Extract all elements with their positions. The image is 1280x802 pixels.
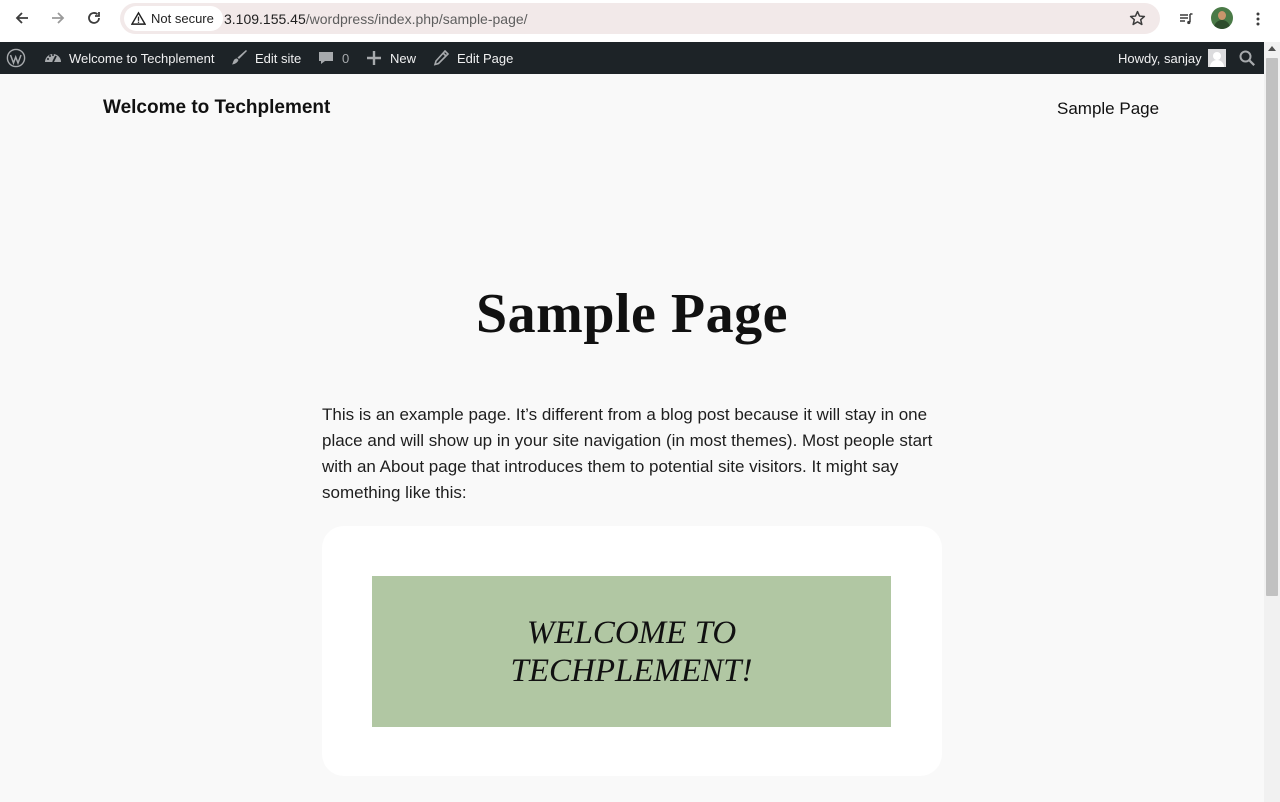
more-button[interactable] [1246,7,1270,31]
security-label: Not secure [151,11,214,26]
comments-link[interactable]: 0 [316,42,349,74]
nav-item-sample-page[interactable]: Sample Page [1057,99,1159,119]
url-path: /wordpress/index.php/sample-page/ [305,11,528,27]
my-account-menu[interactable]: Howdy, sanjay [1118,42,1226,74]
edit-site-link[interactable]: Edit site [229,42,301,74]
reload-button[interactable] [80,6,108,30]
more-icon [1256,12,1260,26]
howdy-label: Howdy, sanjay [1118,50,1202,66]
new-label: New [390,50,417,66]
welcome-banner: WELCOME TO TECHPLEMENT! [372,576,891,727]
quote-card: WELCOME TO TECHPLEMENT! [322,526,942,776]
dashboard-icon [45,54,61,63]
banner-text: WELCOME TO TECHPLEMENT! [510,614,752,690]
page-title: Sample Page [476,283,788,345]
site-name-menu[interactable]: Welcome to Techplement [43,42,214,74]
page-scrollbar[interactable] [1264,42,1280,802]
admin-search-button[interactable] [1237,42,1257,74]
banner-line-1: WELCOME TO [526,614,737,651]
wp-admin-bar: Welcome to Techplement Edit site 0 New E… [0,42,1280,74]
search-icon [1239,50,1255,66]
edit-page-label: Edit Page [457,50,514,66]
edit-page-link[interactable]: Edit Page [431,42,513,74]
media-controls-icon [1180,13,1193,25]
forward-icon [52,12,65,24]
media-controls-button[interactable] [1174,7,1198,31]
comment-icon [319,52,333,64]
wordpress-logo-icon [6,48,26,68]
banner-line-2: TECHPLEMENT! [510,652,753,689]
wp-logo-menu[interactable] [6,42,26,74]
new-content-menu[interactable]: New [364,42,416,74]
page-body-text: This is an example page. It’s different … [322,405,933,502]
admin-site-name: Welcome to Techplement [69,50,215,66]
warning-icon [131,11,146,25]
pencil-icon [433,49,450,66]
url-host: 3.109.155.45 [224,11,306,27]
edit-site-label: Edit site [255,50,302,66]
address-bar[interactable]: Not secure 3.109.155.45/wordpress/index.… [120,3,1160,34]
back-button[interactable] [8,6,36,30]
url-text[interactable]: 3.109.155.45/wordpress/index.php/sample-… [224,11,528,27]
scroll-thumb[interactable] [1266,58,1278,596]
reload-icon [88,12,100,24]
comments-count: 0 [342,50,350,66]
site-title[interactable]: Welcome to Techplement [103,97,330,119]
star-icon[interactable] [1129,10,1146,27]
browser-toolbar: Not secure 3.109.155.45/wordpress/index.… [0,0,1280,42]
back-icon [15,12,28,24]
forward-button[interactable] [44,6,72,30]
user-avatar-icon [1207,49,1226,67]
scroll-up-arrow[interactable] [1268,46,1276,51]
profile-avatar[interactable] [1211,7,1233,29]
plus-icon [367,51,381,65]
security-chip[interactable]: Not secure [124,6,223,31]
brush-icon [232,50,247,65]
